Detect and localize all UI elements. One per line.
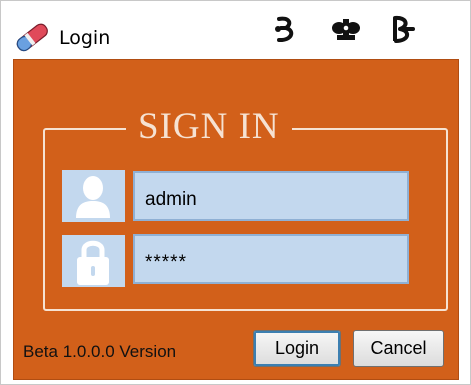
cancel-button[interactable]: Cancel [353, 330, 444, 367]
login-window: Login SIGN IN admin ***** Beta 1.0.0.0 V… [0, 0, 471, 385]
version-label: Beta 1.0.0.0 Version [23, 342, 177, 361]
maximize-icon [332, 19, 360, 40]
maximize-button[interactable] [331, 14, 361, 46]
close-icon [393, 15, 415, 43]
close-button[interactable] [387, 14, 417, 46]
login-panel: SIGN IN Beta 1.0.0.0 Version Login Cance… [13, 59, 459, 380]
sign-in-heading: SIGN IN [126, 105, 292, 149]
user-icon [62, 170, 125, 222]
username-field[interactable] [133, 171, 409, 221]
lock-icon [62, 235, 125, 287]
password-field[interactable] [133, 234, 409, 284]
eraser-icon [16, 23, 48, 52]
login-button[interactable]: Login [253, 330, 341, 367]
title-bar[interactable]: Login [2, 2, 469, 60]
window-title: Login [59, 27, 111, 49]
minimize-icon [275, 16, 294, 42]
minimize-button[interactable] [270, 14, 300, 46]
